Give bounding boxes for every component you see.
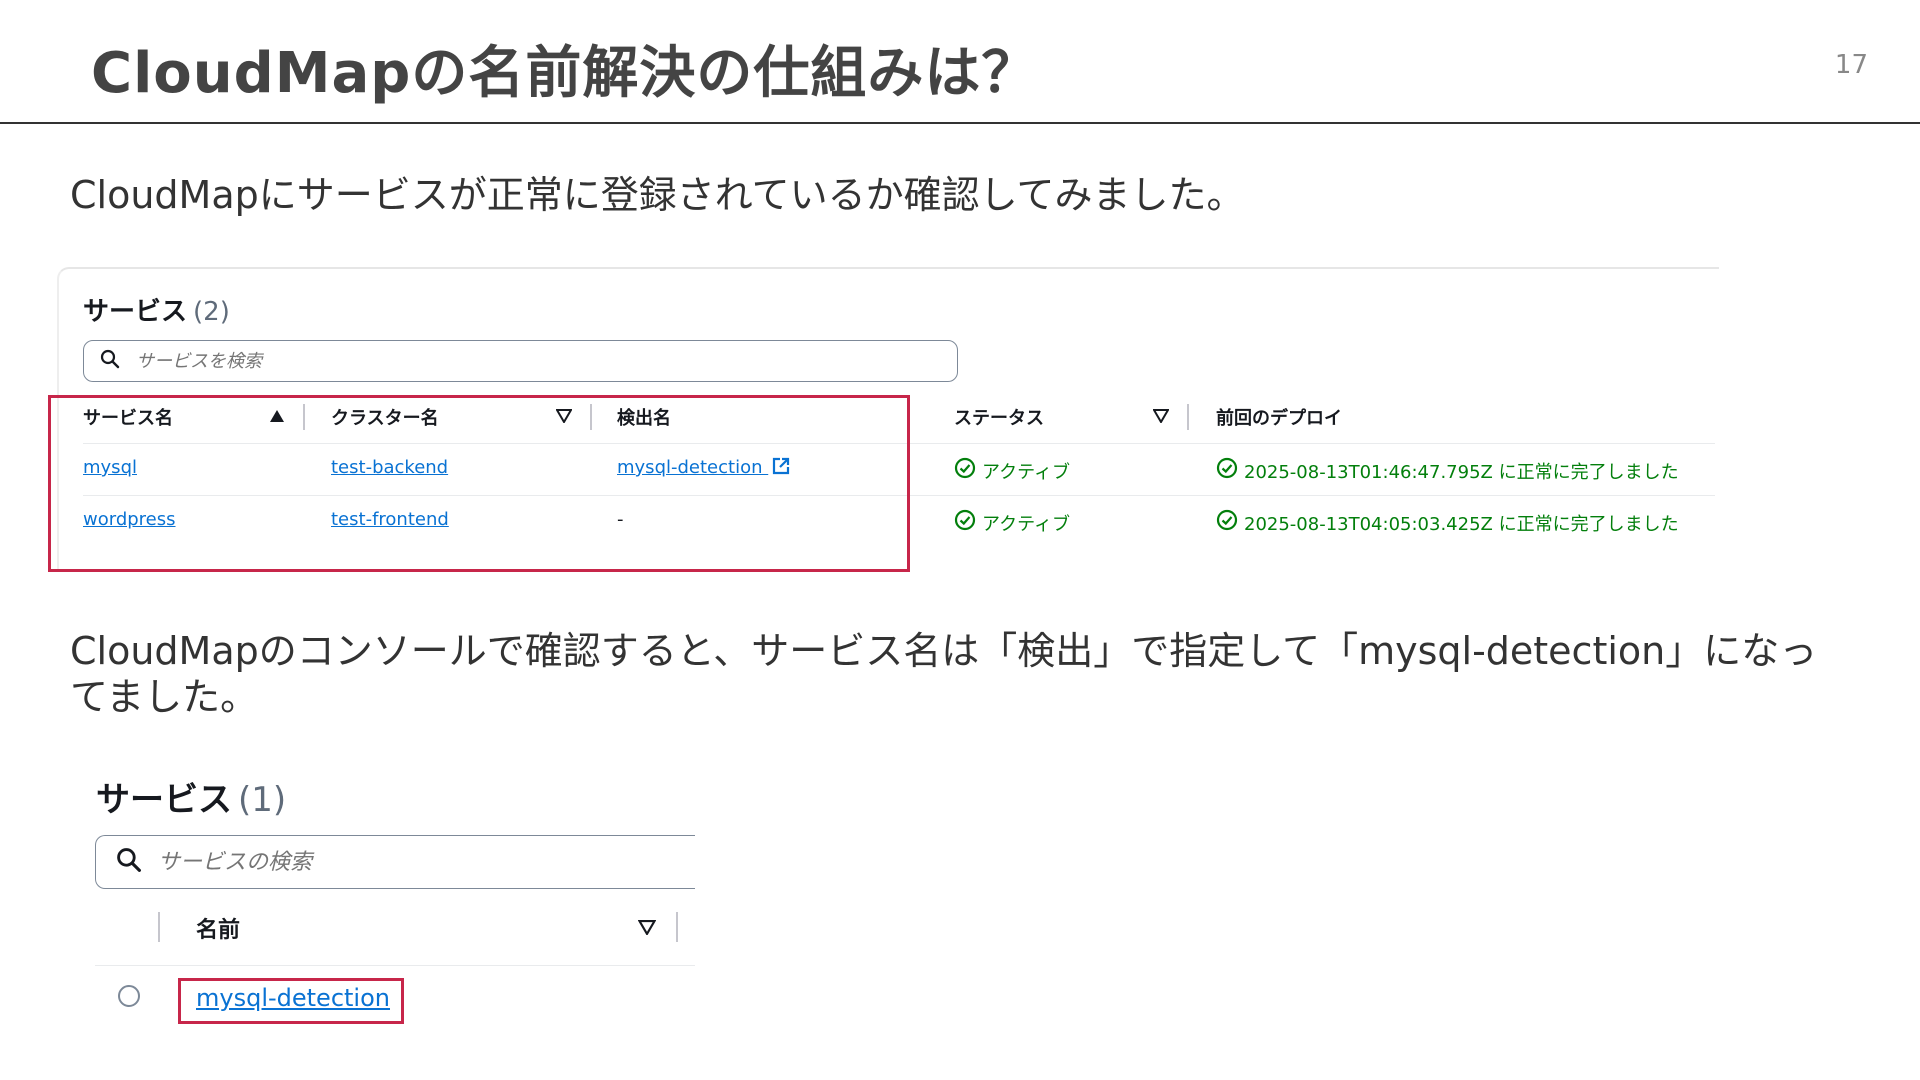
last-deploy-label: 2025-08-13T04:05:03.425Z に正常に完了しました <box>1244 513 1679 535</box>
highlight-box <box>48 395 910 572</box>
intro-paragraph: CloudMapにサービスが正常に登録されているか確認してみました。 <box>70 173 1245 217</box>
sort-descending-icon[interactable] <box>1152 408 1170 427</box>
page-number: 17 <box>1834 50 1868 80</box>
service-search-box[interactable] <box>95 835 695 889</box>
services-heading-label: サービス <box>96 780 232 820</box>
column-resizer[interactable] <box>158 912 160 942</box>
services-heading: サービス (2) <box>83 291 230 328</box>
highlight-box <box>178 978 404 1024</box>
title-divider <box>0 122 1920 124</box>
success-check-icon <box>954 509 976 536</box>
search-icon <box>100 349 120 373</box>
service-search-box[interactable] <box>83 340 958 382</box>
services-heading: サービス (1) <box>96 772 286 821</box>
status-active: アクティブ <box>954 457 1070 484</box>
slide-title: CloudMapの名前解決の仕組みは？ <box>91 41 1039 106</box>
last-deploy-label: 2025-08-13T01:46:47.795Z に正常に完了しました <box>1244 461 1679 483</box>
row-select-radio[interactable] <box>118 985 140 1007</box>
explanation-paragraph: CloudMapのコンソールで確認すると、サービス名は「検出」で指定して「mys… <box>70 629 1818 719</box>
sort-descending-icon[interactable] <box>637 920 657 939</box>
status-active: アクティブ <box>954 509 1070 536</box>
service-search-input[interactable] <box>156 848 680 876</box>
last-deploy-status: 2025-08-13T04:05:03.425Z に正常に完了しました <box>1216 509 1679 536</box>
success-check-icon <box>1216 509 1238 536</box>
status-label: アクティブ <box>982 513 1071 535</box>
service-search-input[interactable] <box>134 349 898 373</box>
success-check-icon <box>954 457 976 484</box>
status-label: アクティブ <box>982 461 1071 483</box>
success-check-icon <box>1216 457 1238 484</box>
services-count: (2) <box>193 297 230 327</box>
column-resizer[interactable] <box>676 912 678 942</box>
cloudmap-services-panel: サービス(1) 名前 mysql-detection <box>78 762 695 1062</box>
column-header-status[interactable]: ステータス <box>954 404 1044 430</box>
last-deploy-status: 2025-08-13T01:46:47.795Z に正常に完了しました <box>1216 457 1679 484</box>
services-count: (1) <box>238 780 287 820</box>
column-resizer[interactable] <box>1187 404 1189 430</box>
search-icon <box>116 847 142 877</box>
services-table-panel: サービス(2) サービス名 クラスター名 検出名 ステータス 前回のデプロイ m… <box>48 267 1719 572</box>
column-header-name[interactable]: 名前 <box>196 912 240 944</box>
column-header-last-deploy[interactable]: 前回のデプロイ <box>1216 404 1342 430</box>
table-header-divider <box>95 965 695 966</box>
services-heading-label: サービス <box>83 297 188 327</box>
